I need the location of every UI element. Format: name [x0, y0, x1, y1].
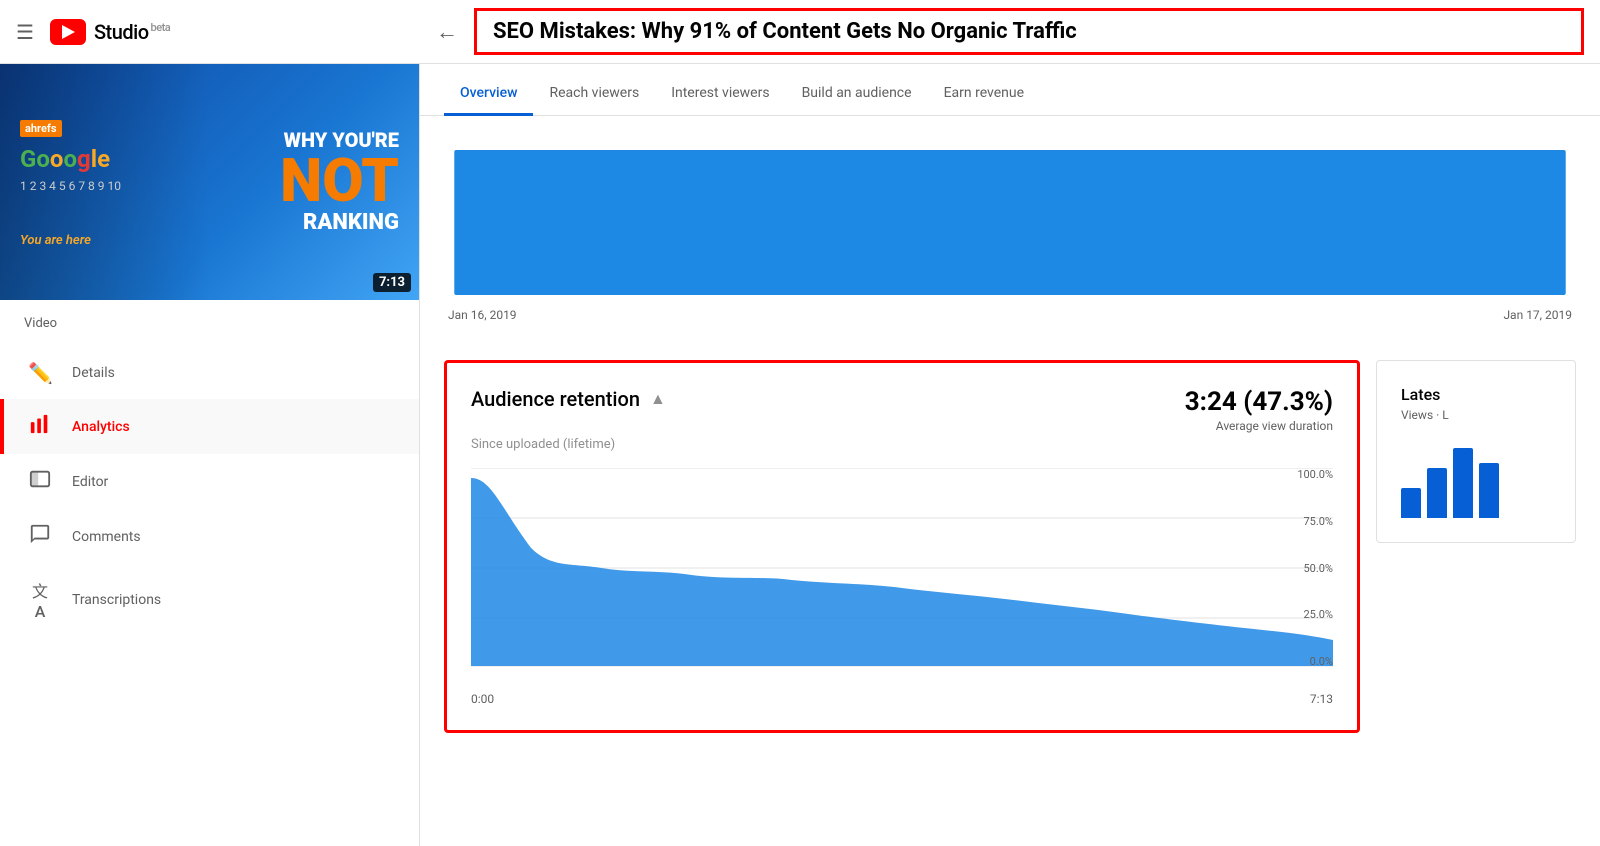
thumbnail-ranking-text: WHY YOU'RE NOT RANKING [280, 129, 399, 235]
play-triangle-icon [62, 25, 75, 39]
tab-revenue[interactable]: Earn revenue [928, 85, 1040, 116]
transcriptions-icon: 文A [28, 578, 52, 621]
x-label-end: 7:13 [1310, 692, 1333, 706]
mini-bar-3 [1453, 448, 1473, 518]
thumbnail-background: ahrefs Gooogle 1 2 3 4 5 6 7 8 9 10 You … [0, 64, 419, 300]
y-label-0: 0.0% [1297, 655, 1333, 668]
bar-chart-area [444, 140, 1576, 300]
sidebar-nav: ✏️ Details Analytics Editor [0, 347, 419, 635]
warning-triangle-icon: ▲ [650, 389, 666, 409]
logo-area: Studiobeta [50, 19, 170, 45]
video-duration-badge: 7:13 [373, 273, 411, 292]
sidebar: ahrefs Gooogle 1 2 3 4 5 6 7 8 9 10 You … [0, 64, 420, 846]
card-metric: 3:24 (47.3%) Average view duration [1185, 387, 1333, 433]
sidebar-label-analytics: Analytics [72, 419, 130, 435]
card-header: Audience retention ▲ 3:24 (47.3%) Averag… [471, 387, 1333, 433]
metric-label: Average view duration [1185, 419, 1333, 433]
sidebar-item-details[interactable]: ✏️ Details [0, 347, 419, 399]
video-section-label: Video [0, 300, 419, 339]
main-content: Overview Reach viewers Interest viewers … [420, 64, 1600, 846]
card-title-area: Audience retention ▲ [471, 387, 666, 411]
bar-chart-svg [444, 140, 1576, 300]
video-title-box: SEO Mistakes: Why 91% of Content Gets No… [474, 8, 1584, 55]
tabs-bar: Overview Reach viewers Interest viewers … [420, 64, 1600, 116]
video-thumbnail: ahrefs Gooogle 1 2 3 4 5 6 7 8 9 10 You … [0, 64, 419, 300]
tab-overview[interactable]: Overview [444, 85, 533, 116]
ahrefs-badge: ahrefs [20, 120, 62, 137]
ranking-numbers: 1 2 3 4 5 6 7 8 9 10 [20, 179, 280, 193]
retention-chart-wrapper: 0.0% 25.0% 50.0% 75.0% 100.0% 0:00 7:13 [471, 468, 1333, 706]
sidebar-item-analytics[interactable]: Analytics [0, 399, 419, 454]
editor-icon [28, 468, 52, 495]
header-title-area: ← SEO Mistakes: Why 91% of Content Gets … [436, 8, 1584, 55]
metric-value: 3:24 (47.3%) [1185, 387, 1333, 417]
studio-wordmark: Studiobeta [94, 20, 170, 44]
latest-card: Lates Views · L [1376, 360, 1576, 543]
chart-dates: Jan 16, 2019 Jan 17, 2019 [444, 308, 1576, 322]
cards-row: Audience retention ▲ 3:24 (47.3%) Averag… [420, 336, 1600, 757]
sidebar-item-comments[interactable]: Comments [0, 509, 419, 564]
y-label-100: 100.0% [1297, 468, 1333, 481]
retention-chart-svg [471, 468, 1333, 668]
retention-chart: 0.0% 25.0% 50.0% 75.0% 100.0% [471, 468, 1333, 688]
tab-audience[interactable]: Build an audience [786, 85, 928, 116]
y-label-50: 50.0% [1297, 562, 1333, 575]
retention-x-labels: 0:00 7:13 [471, 692, 1333, 706]
mini-bar-4 [1479, 463, 1499, 518]
comments-icon [28, 523, 52, 550]
mini-bar-2 [1427, 468, 1447, 518]
you-are-here-text: You are here [20, 233, 280, 248]
google-text: Gooogle [20, 145, 280, 173]
sidebar-label-transcriptions: Transcriptions [72, 592, 161, 608]
body-area: ahrefs Gooogle 1 2 3 4 5 6 7 8 9 10 You … [0, 64, 1600, 846]
youtube-logo-icon [50, 19, 86, 45]
x-label-start: 0:00 [471, 692, 494, 706]
content-area: Jan 16, 2019 Jan 17, 2019 Audience reten… [420, 116, 1600, 846]
hamburger-menu-icon[interactable]: ☰ [16, 20, 34, 44]
chart-date-start: Jan 16, 2019 [448, 308, 517, 322]
video-title: SEO Mistakes: Why 91% of Content Gets No… [493, 19, 1077, 44]
chart-date-end: Jan 17, 2019 [1503, 308, 1572, 322]
pencil-icon: ✏️ [28, 361, 52, 385]
card-title: Audience retention [471, 387, 640, 411]
y-label-25: 25.0% [1297, 608, 1333, 621]
sidebar-item-editor[interactable]: Editor [0, 454, 419, 509]
beta-badge: beta [151, 21, 171, 34]
header-left: ☰ Studiobeta [16, 19, 436, 45]
tab-interest[interactable]: Interest viewers [655, 85, 785, 116]
audience-retention-card: Audience retention ▲ 3:24 (47.3%) Averag… [444, 360, 1360, 733]
mini-bar-1 [1401, 488, 1421, 518]
header: ☰ Studiobeta ← SEO Mistakes: Why 91% of … [0, 0, 1600, 64]
sidebar-label-editor: Editor [72, 474, 108, 490]
tab-reach[interactable]: Reach viewers [533, 85, 655, 116]
thumbnail-text-area: ahrefs Gooogle 1 2 3 4 5 6 7 8 9 10 You … [20, 117, 280, 248]
mini-bar-chart [1401, 438, 1551, 518]
latest-card-subtitle: Views · L [1401, 408, 1551, 422]
sidebar-label-details: Details [72, 365, 115, 381]
analytics-icon [28, 413, 52, 440]
card-subtitle: Since uploaded (lifetime) [471, 437, 1333, 452]
back-button[interactable]: ← [436, 19, 458, 45]
sidebar-item-transcriptions[interactable]: 文A Transcriptions [0, 564, 419, 635]
retention-y-labels: 0.0% 25.0% 50.0% 75.0% 100.0% [1297, 468, 1333, 668]
y-label-75: 75.0% [1297, 515, 1333, 528]
overview-chart-section: Jan 16, 2019 Jan 17, 2019 [420, 116, 1600, 336]
sidebar-label-comments: Comments [72, 529, 141, 545]
latest-card-title: Lates [1401, 385, 1551, 404]
